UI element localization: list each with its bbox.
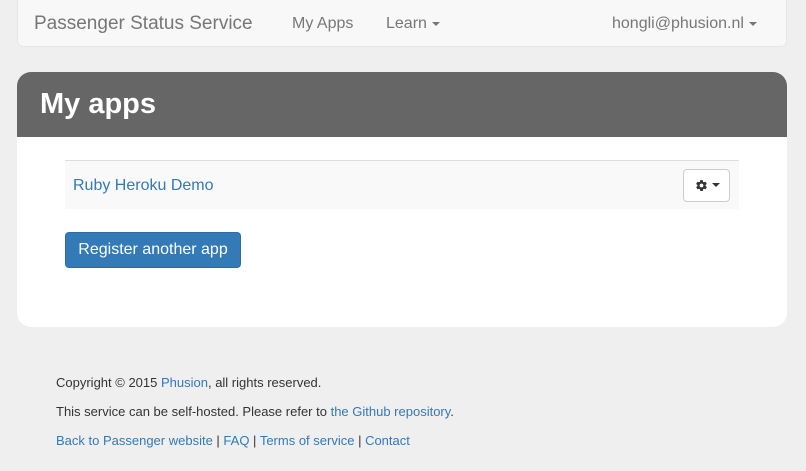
brand-link[interactable]: Passenger Status Service <box>34 13 253 35</box>
separator: | <box>354 433 366 448</box>
passenger-website-link[interactable]: Back to Passenger website <box>56 433 213 448</box>
footer-links: Back to Passenger website | FAQ | Terms … <box>56 434 454 463</box>
footer: Copyright © 2015 Phusion, all rights res… <box>56 376 454 463</box>
copyright-suffix: , all rights reserved. <box>207 375 322 390</box>
self-host-line: This service can be self-hosted. Please … <box>56 405 454 434</box>
separator: | <box>212 433 224 448</box>
app-row: Ruby Heroku Demo <box>65 160 739 209</box>
terms-link[interactable]: Terms of service <box>260 433 355 448</box>
apps-panel: My apps Ruby Heroku Demo Register anothe… <box>17 72 787 327</box>
nav-my-apps[interactable]: My Apps <box>292 15 353 33</box>
phusion-link[interactable]: Phusion <box>161 375 208 390</box>
user-email: hongli@phusion.nl <box>612 15 744 32</box>
nav-learn-dropdown[interactable]: Learn <box>386 15 440 33</box>
page-title: My apps <box>40 88 157 120</box>
selfhost-suffix: . <box>450 404 454 419</box>
contact-link[interactable]: Contact <box>365 433 410 448</box>
separator: | <box>249 433 260 448</box>
gear-icon <box>696 180 707 191</box>
chevron-down-icon <box>431 21 440 26</box>
nav-learn-label: Learn <box>386 15 427 32</box>
selfhost-prefix: This service can be self-hosted. Please … <box>56 404 331 419</box>
user-menu-dropdown[interactable]: hongli@phusion.nl <box>612 15 757 33</box>
app-link[interactable]: Ruby Heroku Demo <box>73 177 214 195</box>
chevron-down-icon <box>712 183 720 187</box>
copyright-prefix: Copyright © 2015 <box>56 375 161 390</box>
navbar: Passenger Status Service My Apps Learn h… <box>17 0 787 47</box>
app-settings-dropdown-button[interactable] <box>683 169 730 202</box>
chevron-down-icon <box>748 21 757 26</box>
faq-link[interactable]: FAQ <box>223 433 249 448</box>
panel-heading: My apps <box>17 72 787 137</box>
register-app-button[interactable]: Register another app <box>65 232 241 268</box>
github-link[interactable]: the Github repository <box>331 404 451 419</box>
copyright-line: Copyright © 2015 Phusion, all rights res… <box>56 376 454 405</box>
